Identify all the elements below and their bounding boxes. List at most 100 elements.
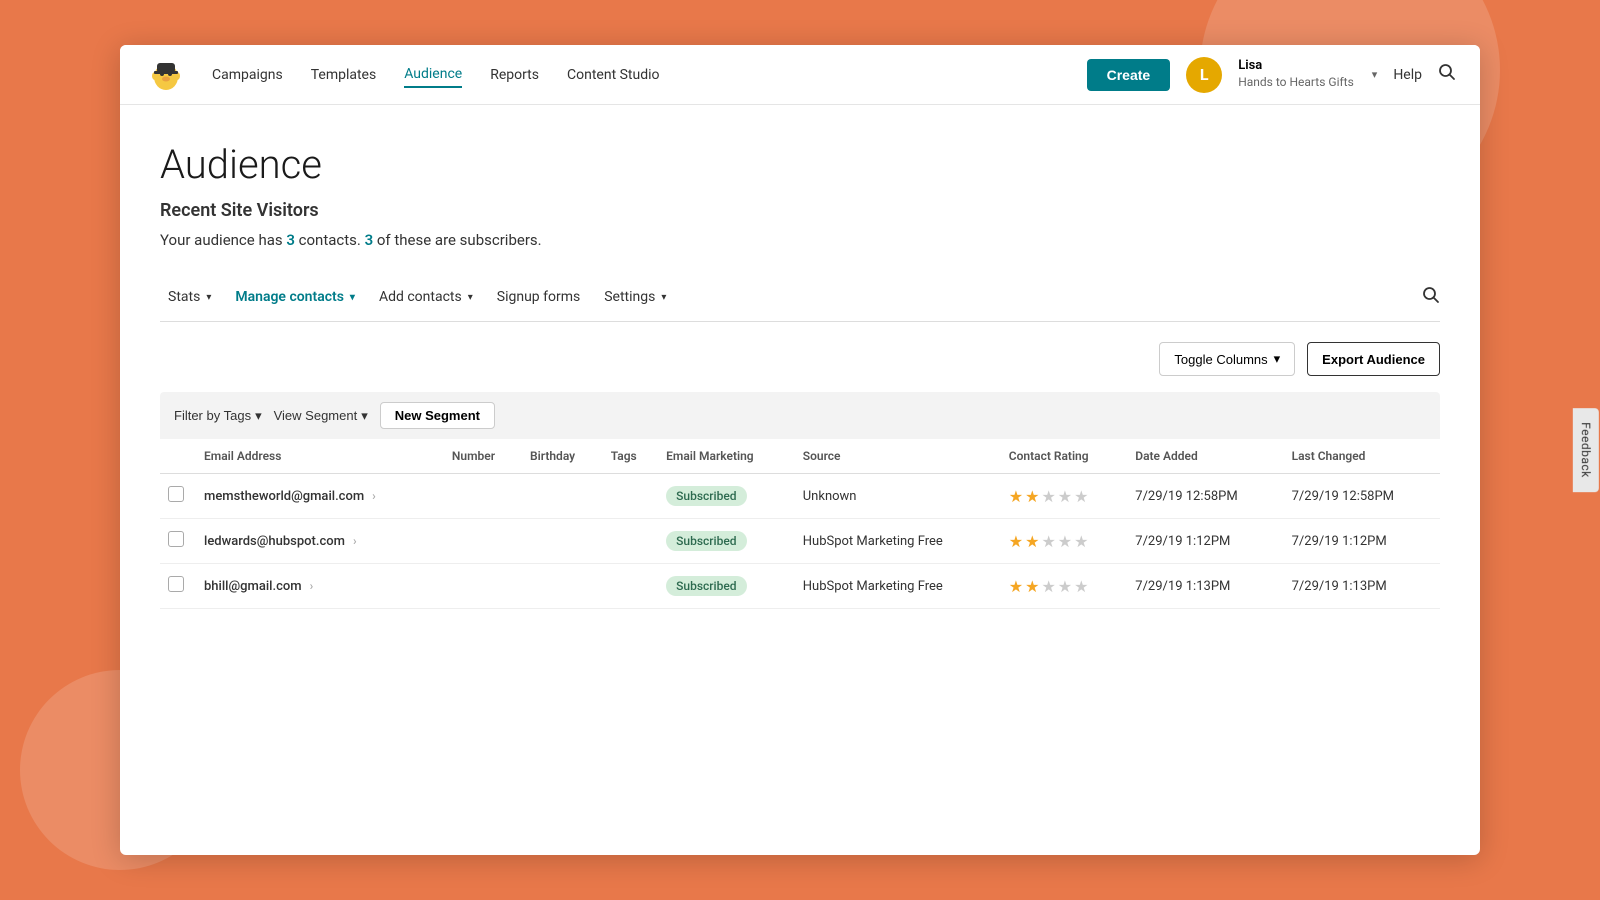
nav-audience[interactable]: Audience <box>404 62 462 88</box>
col-source: Source <box>795 439 1001 474</box>
nav-reports[interactable]: Reports <box>490 63 539 87</box>
user-chevron-icon[interactable]: ▾ <box>1372 68 1378 81</box>
contact-birthday <box>522 519 603 564</box>
contact-birthday <box>522 474 603 519</box>
toolbar-stats[interactable]: Stats ▾ <box>160 285 219 309</box>
col-last-changed: Last Changed <box>1284 439 1440 474</box>
star-1: ★ <box>1009 532 1023 551</box>
contact-tags <box>603 474 658 519</box>
contact-rating: ★★★★★ <box>1001 564 1128 609</box>
email-address: ledwards@hubspot.com <box>204 534 345 549</box>
last-changed: 7/29/19 1:12PM <box>1284 519 1440 564</box>
date-added: 7/29/19 12:58PM <box>1127 474 1283 519</box>
date-added: 7/29/19 1:12PM <box>1127 519 1283 564</box>
star-3: ★ <box>1041 532 1055 551</box>
filter-bar: Filter by Tags ▾ View Segment ▾ New Segm… <box>160 392 1440 439</box>
search-icon[interactable] <box>1438 63 1456 86</box>
audience-subtitle: Recent Site Visitors <box>160 200 1440 221</box>
star-5: ★ <box>1074 532 1088 551</box>
star-rating: ★★★★★ <box>1009 532 1120 551</box>
toggle-columns-button[interactable]: Toggle Columns ▾ <box>1159 342 1295 376</box>
col-birthday: Birthday <box>522 439 603 474</box>
last-changed: 7/29/19 1:13PM <box>1284 564 1440 609</box>
export-audience-button[interactable]: Export Audience <box>1307 342 1440 376</box>
row-checkbox[interactable] <box>168 531 184 547</box>
contact-source: HubSpot Marketing Free <box>795 564 1001 609</box>
toolbar-search-icon[interactable] <box>1422 286 1440 309</box>
user-name: Lisa <box>1238 58 1354 75</box>
subscribed-badge: Subscribed <box>666 531 746 551</box>
star-4: ★ <box>1058 487 1072 506</box>
main-window: Campaigns Templates Audience Reports Con… <box>120 45 1480 855</box>
toolbar-add-contacts[interactable]: Add contacts ▾ <box>371 285 481 309</box>
table-row: memstheworld@gmail.com › Subscribed Unknown… <box>160 474 1440 519</box>
audience-toolbar: Stats ▾ Manage contacts ▾ Add contacts ▾… <box>160 285 1440 322</box>
nav-templates[interactable]: Templates <box>311 63 377 87</box>
col-number: Number <box>444 439 522 474</box>
toolbar-settings[interactable]: Settings ▾ <box>596 285 674 309</box>
page-title: Audience <box>160 141 1440 188</box>
table-row: bhill@gmail.com › Subscribed HubSpot Market… <box>160 564 1440 609</box>
view-segment-button[interactable]: View Segment ▾ <box>274 408 368 424</box>
nav-content-studio[interactable]: Content Studio <box>567 63 660 87</box>
audience-description: Your audience has 3 contacts. 3 of these… <box>160 231 1440 249</box>
star-2: ★ <box>1025 487 1039 506</box>
user-info: Lisa Hands to Hearts Gifts <box>1238 58 1354 90</box>
contact-count: 3 <box>286 231 295 249</box>
date-added: 7/29/19 1:13PM <box>1127 564 1283 609</box>
feedback-tab[interactable]: Feedback <box>1573 408 1599 492</box>
table-actions: Toggle Columns ▾ Export Audience <box>160 342 1440 376</box>
select-all-header <box>160 439 196 474</box>
email-marketing-status: Subscribed <box>658 474 795 519</box>
logo[interactable] <box>144 53 188 97</box>
star-1: ★ <box>1009 577 1023 596</box>
desc-prefix: Your audience has <box>160 231 286 249</box>
contact-source: HubSpot Marketing Free <box>795 519 1001 564</box>
col-tags: Tags <box>603 439 658 474</box>
email-address: bhill@gmail.com <box>204 579 302 594</box>
content-area: Audience Recent Site Visitors Your audie… <box>120 105 1480 855</box>
last-changed: 7/29/19 12:58PM <box>1284 474 1440 519</box>
add-contacts-chevron-icon: ▾ <box>468 292 473 303</box>
row-expand-icon[interactable]: › <box>310 579 314 593</box>
manage-contacts-chevron-icon: ▾ <box>350 292 355 303</box>
main-nav: Campaigns Templates Audience Reports Con… <box>212 62 1087 88</box>
contacts-table: Email Address Number Birthday Tags Email… <box>160 439 1440 609</box>
subscriber-count: 3 <box>365 231 374 249</box>
desc-middle: contacts. <box>295 231 365 249</box>
row-checkbox[interactable] <box>168 576 184 592</box>
star-rating: ★★★★★ <box>1009 487 1120 506</box>
toolbar-signup-forms[interactable]: Signup forms <box>489 285 588 309</box>
row-expand-icon[interactable]: › <box>353 534 357 548</box>
contact-number <box>444 564 522 609</box>
nav-campaigns[interactable]: Campaigns <box>212 63 283 87</box>
contact-rating: ★★★★★ <box>1001 474 1128 519</box>
star-2: ★ <box>1025 532 1039 551</box>
col-email-marketing: Email Marketing <box>658 439 795 474</box>
star-3: ★ <box>1041 487 1055 506</box>
star-1: ★ <box>1009 487 1023 506</box>
star-4: ★ <box>1058 532 1072 551</box>
subscribed-badge: Subscribed <box>666 486 746 506</box>
contact-birthday <box>522 564 603 609</box>
toolbar-manage-contacts[interactable]: Manage contacts ▾ <box>227 285 363 309</box>
email-address: memstheworld@gmail.com <box>204 489 364 504</box>
email-marketing-status: Subscribed <box>658 564 795 609</box>
col-email: Email Address <box>196 439 444 474</box>
star-2: ★ <box>1025 577 1039 596</box>
filter-by-tags-button[interactable]: Filter by Tags ▾ <box>174 408 262 424</box>
new-segment-button[interactable]: New Segment <box>380 402 495 429</box>
col-contact-rating: Contact Rating <box>1001 439 1128 474</box>
table-row: ledwards@hubspot.com › Subscribed HubSpot M… <box>160 519 1440 564</box>
star-rating: ★★★★★ <box>1009 577 1120 596</box>
row-checkbox[interactable] <box>168 486 184 502</box>
subscribed-badge: Subscribed <box>666 576 746 596</box>
desc-suffix: of these are subscribers. <box>373 231 541 249</box>
row-expand-icon[interactable]: › <box>372 489 376 503</box>
create-button[interactable]: Create <box>1087 59 1171 91</box>
contact-source: Unknown <box>795 474 1001 519</box>
help-link[interactable]: Help <box>1393 67 1422 83</box>
star-5: ★ <box>1074 487 1088 506</box>
filter-tags-chevron-icon: ▾ <box>255 408 262 424</box>
contact-number <box>444 519 522 564</box>
